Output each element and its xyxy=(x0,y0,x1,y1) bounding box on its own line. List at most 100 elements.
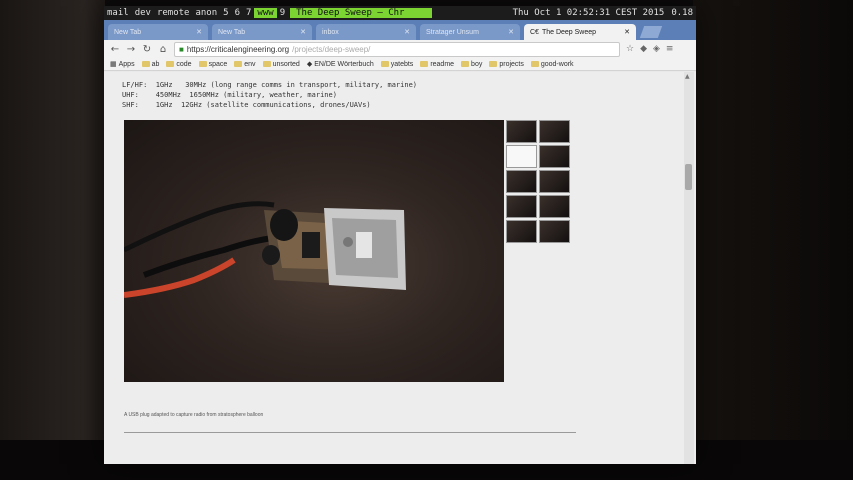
gallery-thumbnail[interactable] xyxy=(539,220,570,243)
browser-tab[interactable]: Stratager Unsum ✕ xyxy=(420,24,520,40)
bookmark-folder[interactable]: projects xyxy=(489,61,524,68)
workspace-6[interactable]: 6 xyxy=(232,8,243,18)
folder-icon xyxy=(530,61,539,67)
folder-icon xyxy=(234,61,243,67)
thumbnail-gallery xyxy=(506,120,570,243)
scroll-up-icon[interactable]: ▲ xyxy=(685,73,690,80)
tab-title: New Tab xyxy=(218,28,246,36)
main-photo-usb-device[interactable] xyxy=(124,120,504,382)
page-scrollbar[interactable]: ▲ xyxy=(684,72,694,464)
folder-icon xyxy=(380,61,389,67)
gallery-thumbnail[interactable] xyxy=(506,145,537,168)
reload-icon[interactable]: ↻ xyxy=(142,44,152,55)
page-content: LF/HF: 1GHz 30MHz (long range comms in t… xyxy=(104,72,696,464)
workspace-www[interactable]: www xyxy=(254,8,277,18)
tab-title: The Deep Sweep xyxy=(541,28,597,36)
forward-arrow-icon[interactable]: → xyxy=(126,44,136,55)
new-tab-button[interactable] xyxy=(639,26,663,38)
room-wall-right xyxy=(693,0,853,480)
close-tab-icon[interactable]: ✕ xyxy=(196,28,202,36)
bookmark-label: yatebts xyxy=(390,60,414,68)
frequency-line: LF/HF: 1GHz 30MHz (long range comms in t… xyxy=(122,81,418,89)
clock: Thu Oct 1 02:52:31 CEST 2015 xyxy=(512,8,665,18)
usb-device-illustration xyxy=(124,201,406,298)
folder-icon xyxy=(166,61,175,67)
extension-icon[interactable]: ◈ xyxy=(653,44,660,54)
tab-title: Stratager Unsum xyxy=(426,28,479,36)
workspace-9[interactable]: 9 xyxy=(277,8,288,18)
gallery-thumbnail[interactable] xyxy=(539,145,570,168)
browser-tab-active[interactable]: C€ The Deep Sweep ✕ xyxy=(524,24,636,40)
browser-tab[interactable]: New Tab ✕ xyxy=(108,24,208,40)
folder-icon xyxy=(141,61,150,67)
frequency-list: LF/HF: 1GHz 30MHz (long range comms in t… xyxy=(122,80,417,110)
gallery-thumbnail[interactable] xyxy=(506,170,537,193)
bookmark-label: good-work xyxy=(540,60,574,68)
workspace-7[interactable]: 7 xyxy=(243,8,254,18)
browser-tab-strip: New Tab ✕ New Tab ✕ inbox ✕ Stratager Un… xyxy=(104,20,696,40)
back-arrow-icon[interactable]: ← xyxy=(110,44,120,55)
room-wall-left xyxy=(0,0,105,480)
close-tab-icon[interactable]: ✕ xyxy=(624,28,630,36)
tab-title: inbox xyxy=(322,28,339,36)
scrollbar-thumb[interactable] xyxy=(685,164,692,190)
extension-icon[interactable]: ◆ xyxy=(640,44,647,54)
bookmark-folder[interactable]: boy xyxy=(461,61,482,68)
window-manager-statusbar: mail dev remote anon 5 6 7 www 9 The Dee… xyxy=(104,6,696,20)
status-extra: 0.18 xyxy=(671,8,693,18)
bookmark-label: env xyxy=(244,60,256,68)
workspace-remote[interactable]: remote xyxy=(154,8,193,18)
tab-title: New Tab xyxy=(114,28,142,36)
gallery-thumbnail[interactable] xyxy=(506,120,537,143)
bookmark-label: ab xyxy=(151,60,160,68)
folder-icon xyxy=(489,61,498,67)
folder-icon xyxy=(262,61,271,67)
bookmark-label: EN/DE Wörterbuch xyxy=(314,60,374,68)
bookmark-label: unsorted xyxy=(272,60,300,68)
close-tab-icon[interactable]: ✕ xyxy=(300,28,306,36)
gallery-thumbnail[interactable] xyxy=(506,195,537,218)
folder-icon xyxy=(461,61,470,67)
bookmark-dictionary[interactable]: ◆ EN/DE Wörterbuch xyxy=(307,60,374,69)
bookmark-label: Apps xyxy=(118,60,135,68)
bookmark-label: boy xyxy=(471,60,483,68)
address-bar[interactable]: ■ https://criticalengineering.org /proje… xyxy=(174,41,620,57)
gallery-thumbnail[interactable] xyxy=(506,220,537,243)
url-path: /projects/deep-sweep/ xyxy=(292,44,371,54)
browser-tab[interactable]: New Tab ✕ xyxy=(212,24,312,40)
close-tab-icon[interactable]: ✕ xyxy=(508,28,514,36)
close-tab-icon[interactable]: ✕ xyxy=(404,28,410,36)
photo-caption: A USB plug adapted to capture radio from… xyxy=(124,412,264,418)
folder-icon xyxy=(420,61,429,67)
active-window-title: The Deep Sweep – Chr xyxy=(290,8,433,18)
gallery-thumbnail[interactable] xyxy=(539,120,570,143)
favicon-icon: C€ xyxy=(530,28,539,36)
bookmark-folder[interactable]: unsorted xyxy=(262,60,300,68)
bookmark-label: projects xyxy=(499,60,524,68)
bookmark-folder[interactable]: yatebts xyxy=(380,60,414,68)
frequency-line: UHF: 450MHz 1650MHz (military, weather, … xyxy=(122,91,337,99)
bookmark-label: readme xyxy=(430,60,455,68)
bookmark-folder[interactable]: env xyxy=(234,60,256,68)
workspace-5[interactable]: 5 xyxy=(220,8,231,18)
bookmark-folder[interactable]: readme xyxy=(420,61,454,68)
menu-icon[interactable]: ≡ xyxy=(666,44,674,54)
bookmark-folder[interactable]: code xyxy=(166,61,192,68)
horizontal-divider xyxy=(124,432,576,433)
workspace-anon[interactable]: anon xyxy=(192,8,220,18)
gallery-thumbnail[interactable] xyxy=(539,195,570,218)
browser-tab[interactable]: inbox ✕ xyxy=(316,24,416,40)
workspace-dev[interactable]: dev xyxy=(132,8,154,18)
bookmark-folder[interactable]: ab xyxy=(141,60,160,68)
home-icon[interactable]: ⌂ xyxy=(158,44,168,55)
bookmark-star-icon[interactable]: ☆ xyxy=(626,44,634,54)
apps-grid-icon: ▦ xyxy=(110,61,117,68)
workspace-mail[interactable]: mail xyxy=(104,8,132,18)
frequency-line: SHF: 1GHz 12GHz (satellite communication… xyxy=(122,101,371,109)
bookmark-apps[interactable]: ▦ Apps xyxy=(110,60,135,69)
browser-toolbar: ← → ↻ ⌂ ■ https://criticalengineering.or… xyxy=(104,40,696,58)
bookmark-folder[interactable]: good-work xyxy=(530,60,574,68)
bookmark-folder[interactable]: space xyxy=(198,61,227,68)
bookmarks-bar: ▦ Apps ab code space env unsorted ◆ EN/DE … xyxy=(104,58,696,71)
gallery-thumbnail[interactable] xyxy=(539,170,570,193)
